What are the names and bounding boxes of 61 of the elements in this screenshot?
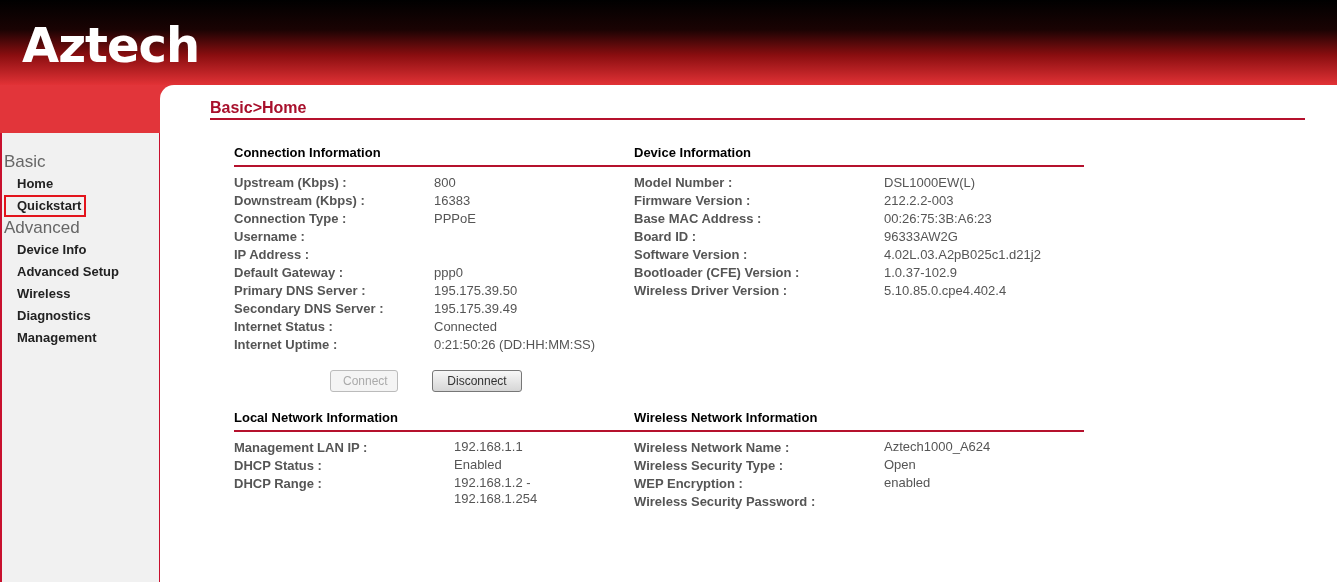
field-label: Wireless Security Password :: [634, 493, 817, 511]
sidebar-item[interactable]: Advanced Setup: [4, 261, 124, 283]
field-value: 00:26:75:3B:A6:23: [884, 210, 992, 228]
field-value: 16383: [434, 192, 471, 210]
field-label: Management LAN IP :: [234, 439, 369, 457]
field-value: DSL1000EW(L): [884, 174, 976, 192]
field-label: Primary DNS Server :: [234, 282, 367, 300]
field-value: 5.10.85.0.cpe4.402.4: [884, 282, 1007, 300]
field-value: Enabled: [454, 457, 502, 474]
field-value: 1.0.37-102.9: [884, 264, 957, 282]
section-title: Connection Information: [234, 145, 634, 167]
field-value: enabled: [884, 475, 931, 492]
field-label: Wireless Security Type :: [634, 457, 785, 475]
field-label: Downstream (Kbps) :: [234, 192, 366, 210]
field-label: WEP Encryption :: [634, 475, 744, 493]
field-label: Software Version :: [634, 246, 749, 264]
field-value: Open: [884, 457, 916, 474]
field-label: DHCP Range :: [234, 475, 323, 493]
field-value: Aztech1000_A624: [884, 439, 991, 456]
field-value: 212.2.2-003: [884, 192, 954, 210]
field-label: Upstream (Kbps) :: [234, 174, 348, 192]
field-value: 96333AW2G: [884, 228, 958, 246]
section-title: Local Network Information: [234, 410, 634, 432]
field-value: 4.02L.03.A2pB025c1.d21j2: [884, 246, 1041, 264]
field-label: Bootloader (CFE) Version :: [634, 264, 801, 282]
sidebar-item[interactable]: Device Info: [4, 239, 92, 261]
field-label: Board ID :: [634, 228, 698, 246]
field-label: Firmware Version :: [634, 192, 752, 210]
section-title: Device Information: [634, 145, 1084, 167]
field-value: 192.168.1.2 - 192.168.1.254: [454, 475, 538, 507]
field-value: 195.175.39.50: [434, 282, 518, 300]
sidebar-item[interactable]: Home: [4, 173, 59, 195]
field-label: Secondary DNS Server :: [234, 300, 385, 318]
field-label: Wireless Driver Version :: [634, 282, 789, 300]
field-label: DHCP Status :: [234, 457, 323, 475]
breadcrumb: Basic>Home: [210, 99, 307, 116]
sidebar-heading: Advanced: [3, 217, 80, 239]
sidebar-item[interactable]: Management: [4, 327, 102, 349]
field-label: Connection Type :: [234, 210, 348, 228]
field-label: Username :: [234, 228, 306, 246]
field-label: Base MAC Address :: [634, 210, 763, 228]
field-label: IP Address :: [234, 246, 311, 264]
field-value: 0:21:50:26 (DD:HH:MM:SS): [434, 336, 596, 354]
action-button[interactable]: Disconnect: [432, 370, 522, 392]
field-label: Model Number :: [634, 174, 734, 192]
field-value: 800: [434, 174, 456, 192]
field-value: ppp0: [434, 264, 463, 282]
field-value: PPPoE: [434, 210, 476, 228]
field-value: 195.175.39.49: [434, 300, 518, 318]
logo: Aztech: [22, 16, 200, 73]
section-title: Wireless Network Information: [634, 410, 1084, 432]
sidebar-item[interactable]: Diagnostics: [4, 305, 96, 327]
field-label: Wireless Network Name :: [634, 439, 791, 457]
field-value: Connected: [434, 318, 497, 336]
field-label: Internet Status :: [234, 318, 334, 336]
sidebar-heading: Basic: [3, 151, 46, 173]
sidebar-item[interactable]: Quickstart: [4, 195, 87, 217]
field-value: 192.168.1.1: [454, 439, 523, 456]
field-label: Default Gateway :: [234, 264, 345, 282]
field-label: Internet Uptime :: [234, 336, 339, 354]
sidebar-item[interactable]: Wireless: [4, 283, 76, 305]
